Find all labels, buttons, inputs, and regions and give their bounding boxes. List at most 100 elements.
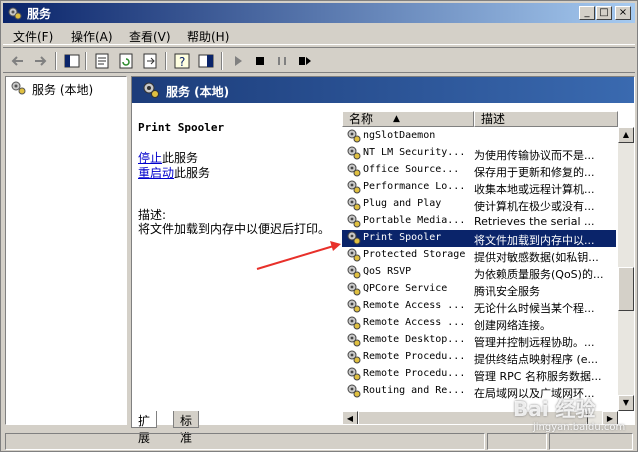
- start-service-icon[interactable]: [229, 52, 247, 70]
- service-name-cell: Remote Procedu...: [363, 368, 466, 379]
- service-description-cell: 无论什么时候当某个程...: [474, 302, 595, 315]
- service-name-cell: Routing and Re...: [363, 385, 466, 396]
- service-description-cell: 为依赖质量服务(QoS)的...: [474, 268, 604, 281]
- service-description-cell: 为使用传输协议而不是...: [474, 149, 595, 162]
- service-gear-icon: [347, 146, 361, 160]
- scroll-up-button[interactable]: ▲: [618, 127, 634, 143]
- vertical-scrollbar[interactable]: ▲ ▼: [618, 127, 634, 411]
- maximize-button[interactable]: □: [596, 6, 612, 20]
- service-name-cell: Plug and Play: [363, 198, 442, 209]
- forward-arrow-icon[interactable]: [31, 52, 49, 70]
- service-name-cell: Remote Access ...: [363, 300, 466, 311]
- tab-extended[interactable]: 扩展: [131, 411, 158, 445]
- pause-service-icon[interactable]: [273, 52, 291, 70]
- table-row[interactable]: Remote Desktop... 管理并控制远程协助。...: [342, 332, 616, 349]
- service-gear-icon: [347, 333, 361, 347]
- export-list-icon[interactable]: [141, 52, 159, 70]
- table-row[interactable]: Portable Media... Retrieves the serial ..…: [342, 213, 616, 230]
- service-description-cell: 提供对敏感数据(如私钥...: [474, 251, 599, 264]
- watermark-url: jingyan.baidu.com: [533, 422, 626, 433]
- menu-file[interactable]: 文件(F): [13, 28, 53, 45]
- menu-action[interactable]: 操作(A): [71, 28, 113, 45]
- minimize-button[interactable]: _: [579, 6, 595, 20]
- service-description-cell: 使计算机在极少或没有...: [474, 200, 595, 213]
- sort-arrow-icon: ▲: [393, 114, 400, 124]
- restart-service-icon[interactable]: [295, 52, 313, 70]
- table-row[interactable]: Performance Lo... 收集本地或远程计算机...: [342, 179, 616, 196]
- vertical-scroll-thumb[interactable]: [618, 267, 634, 311]
- table-row[interactable]: Print Spooler 将文件加载到内存中以...: [342, 230, 616, 247]
- service-description-cell: 提供终结点映射程序 (e...: [474, 353, 599, 366]
- service-name-cell: Protected Storage: [363, 249, 466, 260]
- table-row[interactable]: Plug and Play 使计算机在极少或没有...: [342, 196, 616, 213]
- service-name-cell: Remote Desktop...: [363, 334, 466, 345]
- service-name-cell: Remote Access ...: [363, 317, 466, 328]
- service-gear-icon: [347, 384, 361, 398]
- help-icon[interactable]: ?: [173, 52, 191, 70]
- pane-title: 服务 (本地): [166, 85, 230, 99]
- gear-icon: [8, 7, 22, 20]
- service-gear-icon: [347, 367, 361, 381]
- services-gear-icon: [11, 81, 26, 95]
- services-list[interactable]: 名称 ▲ 描述 ngSlotDaemon NT LM Security... 为使用…: [342, 111, 634, 424]
- properties-icon[interactable]: [93, 52, 111, 70]
- stop-service-link[interactable]: 停止: [138, 151, 162, 165]
- service-description-cell: 收集本地或远程计算机...: [474, 183, 595, 196]
- close-button[interactable]: ×: [615, 6, 631, 20]
- toolbar-separator: [165, 52, 167, 70]
- table-row[interactable]: NT LM Security... 为使用传输协议而不是...: [342, 145, 616, 162]
- scroll-down-button[interactable]: ▼: [618, 395, 634, 411]
- service-gear-icon: [347, 316, 361, 330]
- service-gear-icon: [347, 350, 361, 364]
- window-title: 服务: [27, 7, 52, 21]
- table-row[interactable]: QPCore Service 腾讯安全服务: [342, 281, 616, 298]
- service-name-cell: Print Spooler: [363, 232, 442, 243]
- service-gear-icon: [347, 248, 361, 262]
- toolbar-separator: [221, 52, 223, 70]
- table-row[interactable]: Remote Procedu... 提供终结点映射程序 (e...: [342, 349, 616, 366]
- menu-view[interactable]: 查看(V): [129, 28, 171, 45]
- table-row[interactable]: Remote Procedu... 管理 RPC 名称服务数据...: [342, 366, 616, 383]
- svg-text:?: ?: [179, 55, 185, 69]
- toolbar: ?: [3, 47, 635, 73]
- table-row[interactable]: Remote Access ... 创建网络连接。: [342, 315, 616, 332]
- service-description-cell: Retrieves the serial ...: [474, 215, 595, 228]
- console-tree: 服务 (本地): [5, 76, 127, 425]
- column-header-description[interactable]: 描述: [474, 111, 618, 127]
- service-name-cell: QoS RSVP: [363, 266, 412, 277]
- column-desc-label: 描述: [481, 112, 506, 126]
- table-row[interactable]: Remote Access ... 无论什么时候当某个程...: [342, 298, 616, 315]
- stop-service-icon[interactable]: [251, 52, 269, 70]
- refresh-icon[interactable]: [117, 52, 135, 70]
- table-row[interactable]: ngSlotDaemon: [342, 128, 616, 145]
- show-hide-tree-icon[interactable]: [63, 52, 81, 70]
- scroll-left-button[interactable]: ◀: [342, 411, 358, 424]
- service-name-cell: ngSlotDaemon: [363, 130, 436, 141]
- menu-help[interactable]: 帮助(H): [187, 28, 229, 45]
- service-gear-icon: [347, 197, 361, 211]
- service-gear-icon: [347, 214, 361, 228]
- service-description-cell: 管理并控制远程协助。...: [474, 336, 595, 349]
- column-header-name[interactable]: 名称 ▲: [342, 111, 474, 127]
- table-row[interactable]: QoS RSVP 为依赖质量服务(QoS)的...: [342, 264, 616, 281]
- column-name-label: 名称: [349, 112, 374, 126]
- services-window: 服务 _ □ × 文件(F) 操作(A) 查看(V) 帮助(H) ? 服务 (本…: [0, 0, 638, 452]
- restart-service-link[interactable]: 重启动: [138, 166, 174, 180]
- service-name-cell: Office Source...: [363, 164, 460, 175]
- restart-service-suffix: 此服务: [174, 166, 211, 180]
- toolbar-separator: [55, 52, 57, 70]
- menu-bar: 文件(F) 操作(A) 查看(V) 帮助(H): [3, 25, 635, 45]
- tab-standard[interactable]: 标准: [173, 411, 200, 445]
- service-description-cell: 腾讯安全服务: [474, 285, 540, 298]
- back-arrow-icon[interactable]: [9, 52, 27, 70]
- service-description-cell: 将文件加载到内存中以...: [474, 234, 595, 247]
- table-row[interactable]: Protected Storage 提供对敏感数据(如私钥...: [342, 247, 616, 264]
- service-gear-icon: [347, 163, 361, 177]
- status-cell: [487, 433, 547, 450]
- status-bar: [3, 431, 635, 451]
- service-description-cell: 保存用于更新和修复的...: [474, 166, 595, 179]
- action-pane-icon[interactable]: [197, 52, 215, 70]
- pane-header: 服务 (本地): [132, 77, 634, 103]
- table-row[interactable]: Office Source... 保存用于更新和修复的...: [342, 162, 616, 179]
- title-bar: 服务 _ □ ×: [3, 3, 635, 23]
